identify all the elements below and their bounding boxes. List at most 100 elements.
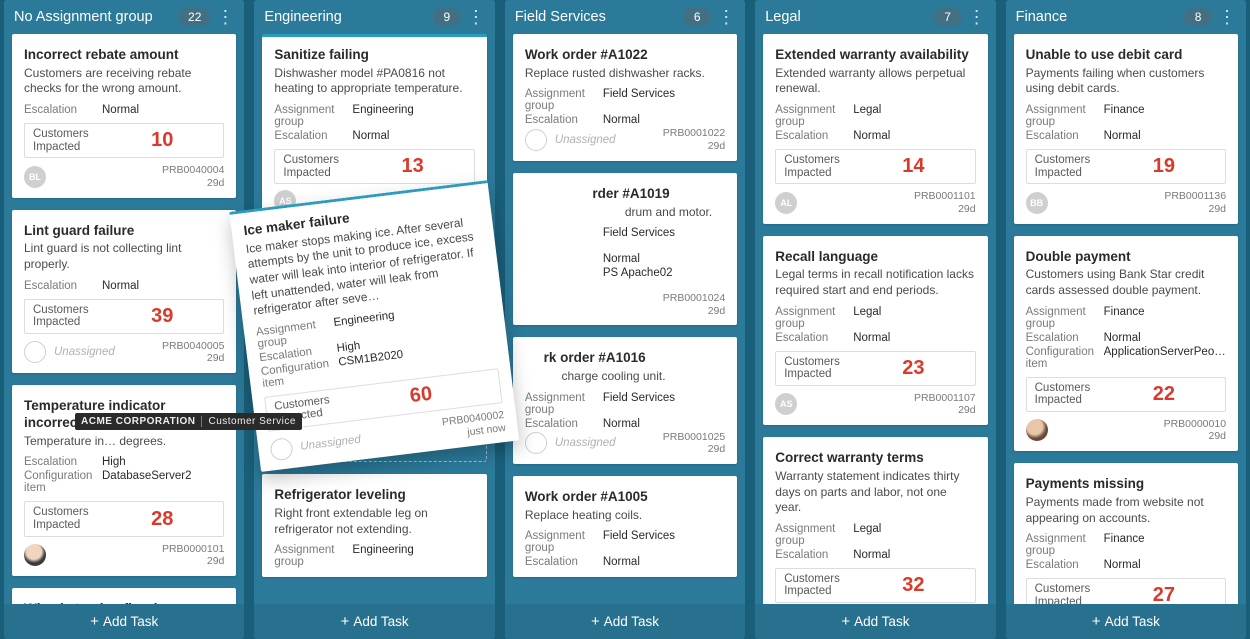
task-card[interactable]: Unable to use debit card Payments failin… — [1014, 34, 1238, 224]
task-card[interactable]: Work order #A1005 Replace heating coils.… — [513, 476, 737, 577]
field-label: Configuration item — [1026, 346, 1104, 370]
column-menu-icon[interactable]: ⋮ — [467, 10, 485, 24]
avatar[interactable]: AS — [274, 190, 296, 212]
impact-label: Customers Impacted — [33, 506, 111, 531]
field-value: Normal — [1104, 130, 1141, 142]
avatar-unassigned[interactable] — [24, 341, 46, 363]
task-card[interactable]: Extended warranty availability Extended … — [763, 34, 987, 224]
field-value: High — [102, 456, 126, 468]
field-value: Normal — [603, 418, 640, 430]
plus-icon: + — [841, 613, 850, 630]
impact-box: Customers Impacted 13 — [274, 149, 474, 184]
task-card[interactable]: Payments missing Payments made from webs… — [1014, 463, 1238, 604]
card-desc: Customers are receiving rebate checks fo… — [24, 66, 224, 97]
field-label: Assignment group — [525, 88, 603, 112]
add-task-button[interactable]: +Add Task — [1006, 604, 1246, 639]
column-field-services: Field Services 6 ⋮ Work order #A1022 Rep… — [505, 0, 745, 639]
add-task-button[interactable]: +Add Task — [4, 604, 244, 639]
impact-value: 22 — [1113, 383, 1215, 406]
field-value: Field Services — [603, 88, 675, 112]
unassigned-label: Unassigned — [555, 134, 655, 146]
field-label: Escalation — [24, 104, 102, 116]
impact-box: Customers Impacted 27 — [1026, 578, 1226, 604]
task-card[interactable]: Recall language Legal terms in recall no… — [763, 236, 987, 426]
impact-box: Customers Impacted 28 — [24, 501, 224, 536]
card-title: Incorrect rebate amount — [24, 47, 224, 64]
card-desc: Replace rusted dishwasher racks. — [525, 66, 725, 82]
card-meta: PRB004000529d — [162, 340, 224, 365]
card-desc: charge cooling unit. — [525, 369, 725, 385]
column-menu-icon[interactable]: ⋮ — [216, 10, 234, 24]
impact-label: Customers Impacted — [283, 154, 361, 179]
field-value: Legal — [853, 104, 881, 128]
column-header: No Assignment group 22 ⋮ — [4, 0, 244, 34]
card-title: rk order #A1016 — [525, 350, 725, 367]
column-header: Finance 8 ⋮ — [1006, 0, 1246, 34]
field-value: Engineering — [352, 544, 413, 568]
column-count-badge: 8 — [1184, 8, 1212, 26]
impact-label: Customers Impacted — [33, 128, 111, 153]
field-value: Normal — [102, 104, 139, 116]
field-label: Assignment group — [775, 306, 853, 330]
avatar[interactable] — [1026, 419, 1048, 441]
avatar[interactable] — [24, 544, 46, 566]
field-label: Assignment group — [775, 523, 853, 547]
task-card[interactable]: rk order #A1016 charge cooling unit. Ass… — [513, 337, 737, 464]
avatar[interactable]: AL — [775, 192, 797, 214]
avatar-unassigned[interactable] — [525, 129, 547, 151]
impact-label: Customers Impacted — [784, 154, 862, 179]
card-meta: PRB000113629d — [1164, 190, 1226, 215]
field-value: Finance — [1104, 104, 1145, 128]
unassigned-label: Unassigned — [54, 346, 154, 358]
card-meta: PRB000010129d — [162, 543, 224, 568]
impact-box: Customers Impacted 39 — [24, 299, 224, 334]
impact-label: Customers Impacted — [1035, 382, 1113, 407]
column-body: Unable to use debit card Payments failin… — [1006, 34, 1246, 604]
plus-icon: + — [90, 613, 99, 630]
add-task-button[interactable]: +Add Task — [505, 604, 745, 639]
impact-box: Customers Impacted 23 — [775, 351, 975, 386]
column-menu-icon[interactable]: ⋮ — [1218, 10, 1236, 24]
card-title: Work order #A1022 — [525, 47, 725, 64]
task-card[interactable]: Work order #A1022 Replace rusted dishwas… — [513, 34, 737, 161]
impact-value: 13 — [361, 155, 463, 178]
card-desc: Replace heating coils. — [525, 508, 725, 524]
task-card[interactable]: Wheels tearing flooring — [12, 588, 236, 604]
add-task-button[interactable]: +Add Task — [755, 604, 995, 639]
field-value: Normal — [603, 114, 640, 126]
column-menu-icon[interactable]: ⋮ — [968, 10, 986, 24]
card-desc: Payments failing when customers using de… — [1026, 66, 1226, 97]
field-value: Finance — [1104, 533, 1145, 557]
card-title: Refrigerator leveling — [274, 487, 474, 504]
field-value: ApplicationServerPeopleSoft — [1104, 346, 1226, 370]
field-label: Assignment group — [775, 104, 853, 128]
column-title: No Assignment group — [14, 9, 173, 25]
avatar[interactable]: BB — [1026, 192, 1048, 214]
task-card[interactable]: rder #A1019 drum and motor. Assignment g… — [513, 173, 737, 326]
task-card[interactable]: Lint guard failure Lint guard is not col… — [12, 210, 236, 374]
column-menu-icon[interactable]: ⋮ — [717, 10, 735, 24]
column-count-badge: 6 — [683, 8, 711, 26]
impact-box: Customers Impacted 19 — [1026, 149, 1226, 184]
field-label: Escalation — [274, 130, 352, 142]
add-task-button[interactable]: +Add Task — [254, 604, 494, 639]
card-desc: Lint guard is not collecting lint proper… — [24, 241, 224, 272]
card-title: Double payment — [1026, 249, 1226, 266]
avatar[interactable]: AS — [775, 393, 797, 415]
task-card[interactable]: Refrigerator leveling Right front extend… — [262, 474, 486, 577]
card-desc: Customers using Bank Star credit cards a… — [1026, 267, 1226, 298]
avatar-unassigned[interactable] — [525, 432, 547, 454]
task-card[interactable]: Incorrect rebate amount Customers are re… — [12, 34, 236, 198]
task-card[interactable]: Correct warranty terms Warranty statemen… — [763, 437, 987, 604]
field-value: Normal — [603, 556, 640, 568]
field-label: Configuration item — [24, 470, 102, 494]
impact-value: 39 — [111, 305, 213, 328]
column-legal: Legal 7 ⋮ Extended warranty availability… — [755, 0, 995, 639]
task-card[interactable]: Double payment Customers using Bank Star… — [1014, 236, 1238, 452]
field-label: Escalation — [1026, 130, 1104, 142]
avatar[interactable]: BL — [24, 166, 46, 188]
impact-box: Customers Impacted 10 — [24, 123, 224, 158]
plus-icon: + — [591, 613, 600, 630]
task-card[interactable]: Sanitize failing Dishwasher model #PA081… — [262, 34, 486, 220]
impact-label: Customers Impacted — [33, 304, 111, 329]
